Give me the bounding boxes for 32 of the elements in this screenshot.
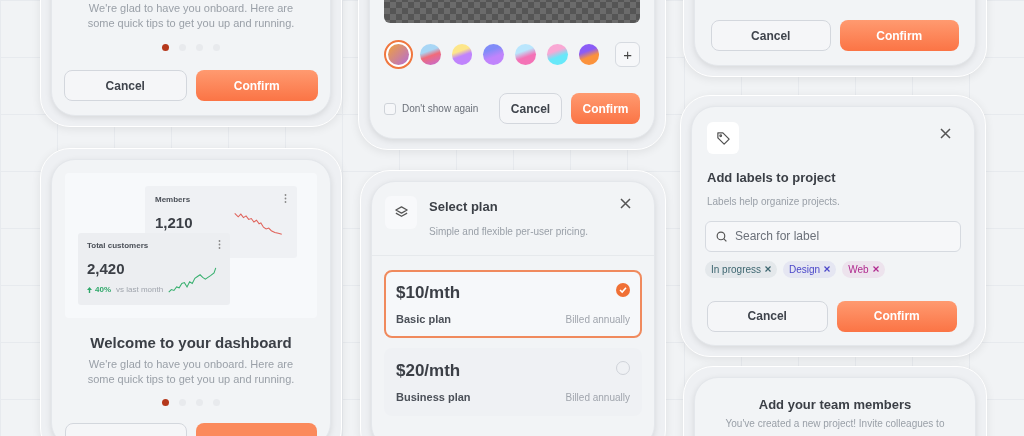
dialog-description: We're glad to have you onboard. Here are some quick tips to get you up and running. bbox=[86, 357, 296, 387]
card-value: 2,420 bbox=[87, 259, 126, 279]
add-swatch-button[interactable]: + bbox=[615, 42, 640, 67]
change-note: vs last month bbox=[116, 283, 164, 296]
dialog-title: Select plan bbox=[429, 198, 499, 216]
dialog-title: Add your team members bbox=[758, 397, 912, 413]
plan-option[interactable]: $10/mth Basic plan Billed annually bbox=[384, 269, 642, 338]
checkbox-label: Don't show again bbox=[402, 102, 479, 116]
label-tag[interactable]: In progress bbox=[705, 260, 778, 278]
card-title: Total customers bbox=[87, 240, 149, 252]
dialog-description: We're glad to have you onboard. Here are some quick tips to get you up and running. bbox=[86, 1, 296, 31]
plan-billing: Billed annually bbox=[565, 390, 630, 405]
dialog-subtitle: Labels help organize projects. bbox=[706, 194, 841, 209]
plan-billing: Billed annually bbox=[565, 312, 630, 327]
plan-price: $20/mth bbox=[396, 359, 461, 382]
dialog-description: You've created a new project! Invite colleagues to bbox=[725, 418, 945, 430]
dialog-subtitle: Simple and flexible per-user pricing. bbox=[429, 224, 589, 239]
dialog-title: Add labels to project bbox=[706, 169, 837, 187]
cancel-button[interactable]: Cancel bbox=[499, 93, 562, 124]
cancel-button[interactable]: Cancel bbox=[707, 300, 828, 332]
card-value: 1,210 bbox=[155, 213, 193, 233]
label-tag[interactable]: Design bbox=[783, 260, 837, 278]
card-title: Members bbox=[155, 194, 191, 206]
plan-name: Basic plan bbox=[396, 312, 452, 327]
change-value: 40% bbox=[95, 283, 111, 296]
cancel-button[interactable]: Cancel bbox=[711, 20, 831, 51]
plan-price: $10/mth bbox=[396, 281, 461, 304]
dialog-title: Welcome to your dashboard bbox=[90, 334, 292, 352]
plan-name: Business plan bbox=[396, 390, 471, 405]
label-tag[interactable]: Web bbox=[842, 260, 885, 278]
cancel-button[interactable]: Cancel bbox=[64, 70, 187, 101]
search-field[interactable]: Search for label bbox=[705, 220, 961, 252]
